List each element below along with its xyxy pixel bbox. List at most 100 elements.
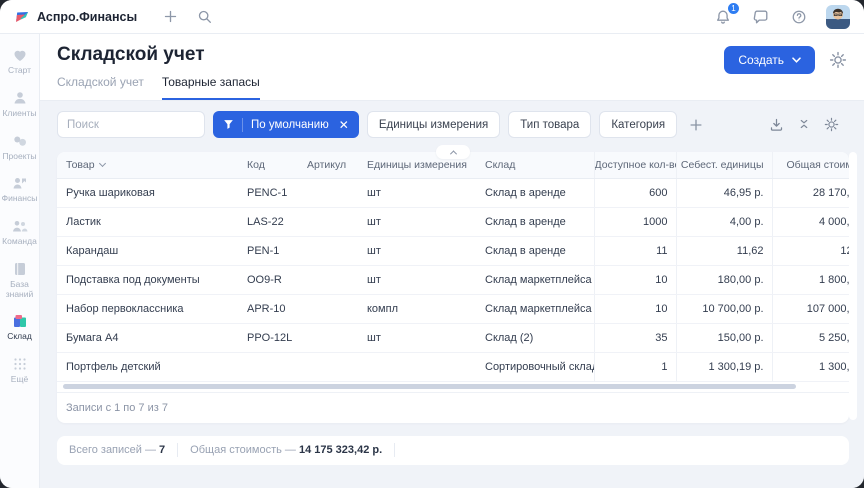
table-row[interactable]: КарандашPEN-1штСклад в аренде1111,62127,… [57,236,849,265]
warehouse-icon [11,312,29,330]
quick-add-button[interactable] [159,6,181,28]
active-filter-label: По умолчанию [251,119,329,131]
sidebar-item-clients[interactable]: Клиенты [0,89,40,119]
add-filter-icon[interactable] [688,117,704,133]
sidebar-item-warehouse[interactable]: Склад [0,312,40,342]
column-header-4[interactable]: Склад [476,152,594,178]
column-header-6[interactable]: Себест. единицы [676,152,772,178]
column-header-1[interactable]: Код [238,152,298,178]
cell-code [238,352,298,381]
column-header-7[interactable]: Общая стоимость [772,152,849,178]
horizontal-scrollbar-thumb[interactable] [63,384,796,389]
cell-article [298,294,358,323]
cell-unit: шт [358,207,476,236]
sidebar-item-team[interactable]: Команда [0,217,40,247]
search-icon[interactable] [193,6,215,28]
column-header-2[interactable]: Артикул [298,152,358,178]
cell-product: Карандаш [57,236,238,265]
sidebar-item-knowledge[interactable]: База знаний [0,260,40,300]
collapse-table-header-button[interactable] [436,145,470,159]
table-row[interactable]: Набор первоклассникаAPR-10комплСклад мар… [57,294,849,323]
cell-product: Портфель детский [57,352,238,381]
knowledge-icon [11,260,29,278]
chat-icon[interactable] [750,6,772,28]
cell-article [298,352,358,381]
table-row[interactable]: ЛастикLAS-22 штСклад в аренде10004,00 р.4… [57,207,849,236]
table-row[interactable]: Подставка под документыOO9-RштСклад марк… [57,265,849,294]
sidebar-item-label: Ещё [11,375,28,385]
notifications-bell-icon[interactable]: 1 [712,6,734,28]
cell-qty: 11 [594,236,676,265]
cell-warehouse: Склад в аренде [476,207,594,236]
filter-button-2[interactable]: Категория [599,111,677,138]
cell-article [298,207,358,236]
cell-unit: компл [358,294,476,323]
cell-code: LAS-22 [238,207,298,236]
sidebar-item-more[interactable]: Ещё [0,355,40,385]
search-input[interactable] [57,111,205,138]
cell-unit_cost: 46,95 р. [676,178,772,207]
cell-qty: 35 [594,323,676,352]
help-icon[interactable] [788,6,810,28]
summary-divider [394,443,395,457]
filter-button-0[interactable]: Единицы измерения [367,111,500,138]
cost-total: Общая стоимость — 14 175 323,42 р. [190,444,382,456]
cell-unit: шт [358,178,476,207]
cell-warehouse: Склад маркетплейса [476,265,594,294]
tabs-bar: Складской учет Товарные запасы [57,75,260,100]
sidebar-item-label: Финансы [2,194,38,204]
start-icon [11,46,29,64]
app-window: Аспро.Финансы 1 [0,0,864,488]
cell-unit: шт [358,236,476,265]
cell-warehouse: Сортировочный склад [476,352,594,381]
remove-filter-icon[interactable]: ✕ [339,118,349,132]
cell-code: PENC-1 [238,178,298,207]
app-logo[interactable]: Аспро.Финансы [14,9,137,25]
create-button[interactable]: Создать [724,46,815,74]
column-header-0[interactable]: Товар [57,152,238,178]
funnel-icon [223,119,234,130]
table-settings-gear-icon[interactable] [824,117,839,132]
sidebar-item-finance[interactable]: Финансы [0,174,40,204]
sidebar-item-label: Команда [2,237,37,247]
active-filter-chip[interactable]: По умолчанию ✕ [213,111,359,138]
tab-warehouse-accounting[interactable]: Складской учет [57,75,144,100]
tab-stock[interactable]: Товарные запасы [162,75,260,100]
sidebar-item-projects[interactable]: Проекты [0,132,40,162]
projects-icon [11,132,29,150]
cell-qty: 1000 [594,207,676,236]
cell-warehouse: Склад (2) [476,323,594,352]
cell-unit_cost: 4,00 р. [676,207,772,236]
sidebar-item-start[interactable]: Старт [0,46,40,76]
cell-product: Ручка шариковая [57,178,238,207]
summary-divider [177,443,178,457]
cell-total: 1 300,19 р. [772,352,849,381]
cell-total: 4 000,00 р. [772,207,849,236]
sidebar-item-label: Проекты [2,152,36,162]
notification-badge: 1 [727,2,740,15]
table-row[interactable]: Портфель детскийСортировочный склад11 30… [57,352,849,381]
collapse-rows-icon[interactable] [797,117,811,132]
cell-article [298,236,358,265]
cell-article [298,323,358,352]
summary-bar: Всего записей — 7 Общая стоимость — 14 1… [57,436,849,465]
export-download-icon[interactable] [769,117,784,132]
vertical-scrollbar[interactable] [849,152,857,420]
cell-warehouse: Склад маркетплейса [476,294,594,323]
horizontal-scrollbar [57,382,849,392]
sidebar-item-label: Склад [7,332,32,342]
user-avatar[interactable] [826,5,850,29]
table-row[interactable]: Ручка шариковаяPENC-1штСклад в аренде600… [57,178,849,207]
filter-toolbar: По умолчанию ✕ Единицы измерения Тип това… [57,111,849,138]
filter-button-1[interactable]: Тип товара [508,111,591,138]
cell-unit_cost: 180,00 р. [676,265,772,294]
page-settings-gear-icon[interactable] [829,51,847,74]
cell-product: Бумага А4 [57,323,238,352]
column-header-5[interactable]: Доступное кол-во [594,152,676,178]
cell-code: PEN-1 [238,236,298,265]
clients-icon [11,89,29,107]
table-row[interactable]: Бумага А4PPO-12LштСклад (2)35150,00 р.5 … [57,323,849,352]
chevron-down-icon [792,57,801,63]
cell-product: Ластик [57,207,238,236]
finance-icon [11,174,29,192]
